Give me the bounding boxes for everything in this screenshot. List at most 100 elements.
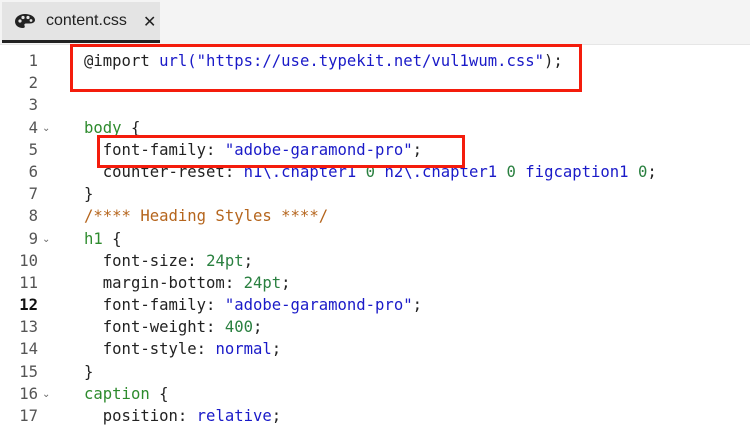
- code-token: 0: [365, 162, 385, 181]
- code-text: body {: [84, 117, 140, 139]
- code-token: {: [149, 384, 169, 403]
- code-token: }: [84, 362, 94, 381]
- code-text: font-family: "adobe-garamond-pro";: [84, 294, 422, 316]
- code-token: "https://use.typekit.net/vul1wum.css": [196, 52, 545, 70]
- code-token: url(: [159, 52, 197, 70]
- code-text: font-size: 24pt;: [84, 250, 253, 272]
- code-line[interactable]: 4 ⌄ body {: [0, 117, 750, 139]
- code-token: /**** Heading Styles ****/: [84, 207, 329, 226]
- line-number: 4: [28, 118, 38, 137]
- code-text: position: relative;: [84, 405, 281, 427]
- code-line[interactable]: 12 font-family: "adobe-garamond-pro";: [0, 294, 750, 316]
- line-number: 10: [19, 251, 38, 270]
- code-line[interactable]: 6 counter-reset: h1\.chapter1 0 h2\.chap…: [0, 161, 750, 183]
- line-number: 14: [19, 340, 38, 359]
- code-token: @import: [84, 52, 160, 70]
- code-token: ;: [271, 340, 282, 359]
- code-token: 0: [506, 162, 526, 181]
- code-token: "adobe-garamond-pro": [224, 296, 413, 315]
- code-token: margin-bottom:: [84, 273, 244, 292]
- line-number: 8: [28, 207, 38, 226]
- fold-chevron-icon[interactable]: ⌄: [42, 229, 50, 251]
- code-token: ;: [412, 296, 422, 315]
- code-token: normal: [215, 340, 272, 359]
- code-text: h1 {: [84, 228, 122, 250]
- code-line[interactable]: 11 margin-bottom: 24pt;: [0, 272, 750, 294]
- line-number: 17: [19, 407, 38, 425]
- code-token: {: [102, 229, 122, 248]
- line-number: 12: [19, 296, 38, 315]
- code-text: font-style: normal;: [84, 338, 281, 360]
- line-number: 7: [28, 185, 38, 204]
- tab-filename: content.css: [46, 12, 127, 29]
- code-line[interactable]: 5 font-family: "adobe-garamond-pro";: [0, 139, 750, 161]
- fold-chevron-icon[interactable]: ⌄: [42, 118, 50, 140]
- code-token: h2\.chapter1: [384, 162, 507, 181]
- code-token: counter-reset:: [84, 162, 244, 181]
- line-number: 6: [28, 162, 38, 181]
- line-number: 1: [28, 52, 38, 70]
- code-text: font-weight: 400;: [84, 316, 263, 338]
- code-text: /**** Heading Styles ****/: [84, 205, 328, 227]
- code-line[interactable]: 7}: [0, 183, 750, 205]
- code-line[interactable]: 14 font-style: normal;: [0, 338, 750, 360]
- code-text: margin-bottom: 24pt;: [84, 272, 291, 294]
- line-number: 15: [19, 362, 38, 381]
- code-line[interactable]: 10 font-size: 24pt;: [0, 250, 750, 272]
- code-token: ;: [412, 140, 422, 159]
- code-text: }: [84, 183, 93, 205]
- line-number: 13: [19, 318, 38, 337]
- line-number: 5: [28, 140, 38, 159]
- code-token: font-family:: [84, 140, 225, 159]
- line-number: 9: [28, 229, 38, 248]
- line-number: 11: [19, 273, 38, 292]
- code-line[interactable]: 3: [0, 94, 750, 116]
- code-line[interactable]: 8 /**** Heading Styles ****/: [0, 205, 750, 227]
- code-token: ;: [253, 318, 263, 337]
- code-token: }: [84, 185, 94, 204]
- code-token: ;: [271, 407, 282, 425]
- code-token: font-weight:: [84, 318, 225, 337]
- code-line[interactable]: 1 @import url("https://use.typekit.net/vu…: [0, 50, 750, 72]
- code-token: figcaption1: [525, 162, 638, 181]
- code-token: );: [544, 52, 563, 70]
- code-token: body: [84, 118, 122, 137]
- code-token: font-style:: [84, 340, 216, 359]
- code-line[interactable]: 17 position: relative;: [0, 405, 750, 427]
- code-editor[interactable]: 1 @import url("https://use.typekit.net/vu…: [0, 50, 750, 427]
- code-text: @import url("https://use.typekit.net/vul…: [84, 50, 563, 72]
- code-token: relative: [196, 407, 272, 425]
- code-token: 24pt: [206, 251, 244, 270]
- code-text: font-family: "adobe-garamond-pro";: [84, 139, 422, 161]
- code-token: ;: [281, 273, 291, 292]
- code-line[interactable]: 16 ⌄ caption {: [0, 383, 750, 405]
- code-token: 0: [637, 162, 648, 181]
- code-text: caption {: [84, 383, 169, 405]
- code-token: ;: [647, 162, 657, 181]
- fold-chevron-icon[interactable]: ⌄: [42, 384, 50, 406]
- tab-bar: content.css ✕: [0, 0, 750, 45]
- code-token: ;: [243, 251, 254, 270]
- palette-icon: [15, 14, 35, 28]
- code-line[interactable]: 9 ⌄ h1 {: [0, 228, 750, 250]
- line-number: 16: [19, 384, 38, 403]
- tab-content-css[interactable]: content.css ✕: [2, 2, 160, 43]
- line-number: 3: [28, 96, 38, 115]
- code-token: 24pt: [243, 273, 282, 292]
- code-line[interactable]: 15}: [0, 361, 750, 383]
- code-token: 400: [224, 318, 253, 337]
- code-token: position:: [84, 407, 197, 425]
- code-token: caption: [84, 384, 150, 403]
- code-token: font-family:: [84, 296, 225, 315]
- line-number: 2: [28, 74, 38, 93]
- code-text: counter-reset: h1\.chapter1 0 h2\.chapte…: [84, 161, 657, 183]
- code-line[interactable]: 13 font-weight: 400;: [0, 316, 750, 338]
- code-token: h1: [84, 229, 103, 248]
- code-token: "adobe-garamond-pro": [224, 140, 413, 159]
- close-icon[interactable]: ✕: [143, 12, 156, 31]
- code-text: }: [84, 361, 93, 383]
- code-token: font-size:: [84, 251, 207, 270]
- code-line[interactable]: 2: [0, 72, 750, 94]
- code-token: h1\.chapter1: [243, 162, 366, 181]
- code-token: {: [121, 118, 141, 137]
